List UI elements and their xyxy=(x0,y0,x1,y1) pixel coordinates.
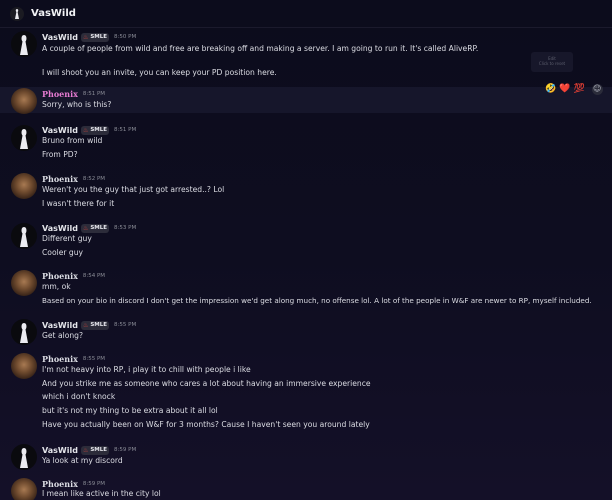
vaswild-avatar[interactable] xyxy=(11,319,37,345)
username[interactable]: VasWild xyxy=(42,224,78,233)
message-text: From PD? xyxy=(42,150,78,159)
reaction-bar: 🤣 ❤️ 💯 ☺ xyxy=(545,82,606,96)
timestamp: 8:55 PM xyxy=(114,322,137,328)
guild-tag[interactable]: ♨ SMLE xyxy=(80,320,110,330)
add-reaction-icon[interactable]: ☺ xyxy=(591,83,603,95)
heart-reaction[interactable]: ❤️ xyxy=(559,84,570,94)
message-group: VasWild ♨ SMLE 8:50 PM A couple of people… xyxy=(0,28,612,86)
message-text: I wasn't there for it xyxy=(42,199,115,208)
guild-tag[interactable]: ♨ SMLE xyxy=(80,32,110,42)
message-text: A couple of people from wild and free ar… xyxy=(42,44,479,53)
timestamp: 8:59 PM xyxy=(82,481,106,487)
message-text: Weren't you the guy that just got arrest… xyxy=(42,185,225,194)
username[interactable]: Phoenix xyxy=(42,89,78,99)
phoenix-avatar[interactable] xyxy=(11,478,37,500)
message-group: Phoenix 8:59 PM I mean like active in th… xyxy=(0,477,612,500)
guild-tag[interactable]: ♨ SMLE xyxy=(80,223,110,233)
message-text: Get along? xyxy=(42,331,84,340)
message-text: Bruno from wild xyxy=(42,136,103,145)
message-text: Ya look at my discord xyxy=(42,456,123,465)
message-text: Different guy xyxy=(42,234,92,243)
message-text: And you strike me as someone who cares a… xyxy=(42,379,371,388)
message-group: Phoenix 8:51 PM Sorry, who is this? xyxy=(0,87,612,114)
channel-title: VasWild xyxy=(31,8,76,19)
timestamp: 8:59 PM xyxy=(114,447,137,453)
user-avatar[interactable] xyxy=(10,6,24,21)
rofl-reaction[interactable]: 🤣 xyxy=(545,84,556,94)
username[interactable]: Phoenix xyxy=(42,479,78,489)
username[interactable]: Phoenix xyxy=(42,354,78,364)
tag-icon: ♨ xyxy=(82,126,89,134)
message-text: Cooler guy xyxy=(42,248,84,257)
tag-icon: ♨ xyxy=(82,446,89,454)
vaswild-avatar[interactable] xyxy=(11,223,37,249)
message-group: Phoenix 8:55 PM I'm not heavy into RP, i… xyxy=(0,352,612,432)
tooltip: Edit Click to reset xyxy=(531,52,573,72)
timestamp: 8:51 PM xyxy=(82,91,106,97)
message-text: mm, ok xyxy=(42,282,71,291)
phoenix-avatar[interactable] xyxy=(11,88,37,114)
username[interactable]: Phoenix xyxy=(42,271,78,281)
timestamp: 8:51 PM xyxy=(114,127,137,133)
message-text: Have you actually been on W&F for 3 mont… xyxy=(42,420,370,429)
phoenix-avatar[interactable] xyxy=(11,353,37,379)
username[interactable]: VasWild xyxy=(42,446,78,455)
timestamp: 8:52 PM xyxy=(82,176,106,182)
message-text: but it's not my thing to be extra about … xyxy=(42,406,218,415)
hundred-reaction[interactable]: 💯 xyxy=(573,84,584,94)
timestamp: 8:53 PM xyxy=(114,225,137,231)
tag-icon: ♨ xyxy=(82,321,89,329)
vaswild-avatar[interactable] xyxy=(11,31,37,57)
channel-header: VasWild xyxy=(0,0,612,28)
guild-tag[interactable]: ♨ SMLE xyxy=(80,125,110,135)
message-group: VasWild ♨ SMLE 8:53 PM Different guy Cool… xyxy=(0,221,612,261)
tag-icon: ♨ xyxy=(82,33,89,41)
phoenix-avatar[interactable] xyxy=(11,270,37,296)
message-text: which i don't knock xyxy=(42,392,116,401)
timestamp: 8:54 PM xyxy=(82,273,106,279)
vaswild-avatar[interactable] xyxy=(11,125,37,151)
message-group: Phoenix 8:52 PM Weren't you the guy that… xyxy=(0,172,612,212)
message-text: I mean like active in the city lol xyxy=(42,489,161,498)
guild-tag[interactable]: ♨ SMLE xyxy=(80,445,110,455)
timestamp: 8:50 PM xyxy=(114,34,137,40)
message-group: VasWild ♨ SMLE 8:51 PM Bruno from wild Fr… xyxy=(0,123,612,163)
message-group: VasWild ♨ SMLE 8:55 PM Get along? xyxy=(0,318,612,346)
vaswild-avatar[interactable] xyxy=(11,444,37,470)
message-text: I will shoot you an invite, you can keep… xyxy=(42,68,277,77)
message-text: I'm not heavy into RP, i play it to chil… xyxy=(42,365,251,374)
username[interactable]: VasWild xyxy=(42,321,78,330)
username[interactable]: VasWild xyxy=(42,126,78,135)
username[interactable]: Phoenix xyxy=(42,174,78,184)
message-text: Based on your bio in discord I don't get… xyxy=(42,296,592,305)
message-group: Phoenix 8:54 PM mm, ok Based on your bio… xyxy=(0,269,612,309)
message-group: VasWild ♨ SMLE 8:59 PM Ya look at my disc… xyxy=(0,443,612,471)
phoenix-avatar[interactable] xyxy=(11,173,37,199)
message-text: Sorry, who is this? xyxy=(42,100,112,109)
timestamp: 8:55 PM xyxy=(82,356,106,362)
username[interactable]: VasWild xyxy=(42,33,78,42)
tag-icon: ♨ xyxy=(82,224,89,232)
